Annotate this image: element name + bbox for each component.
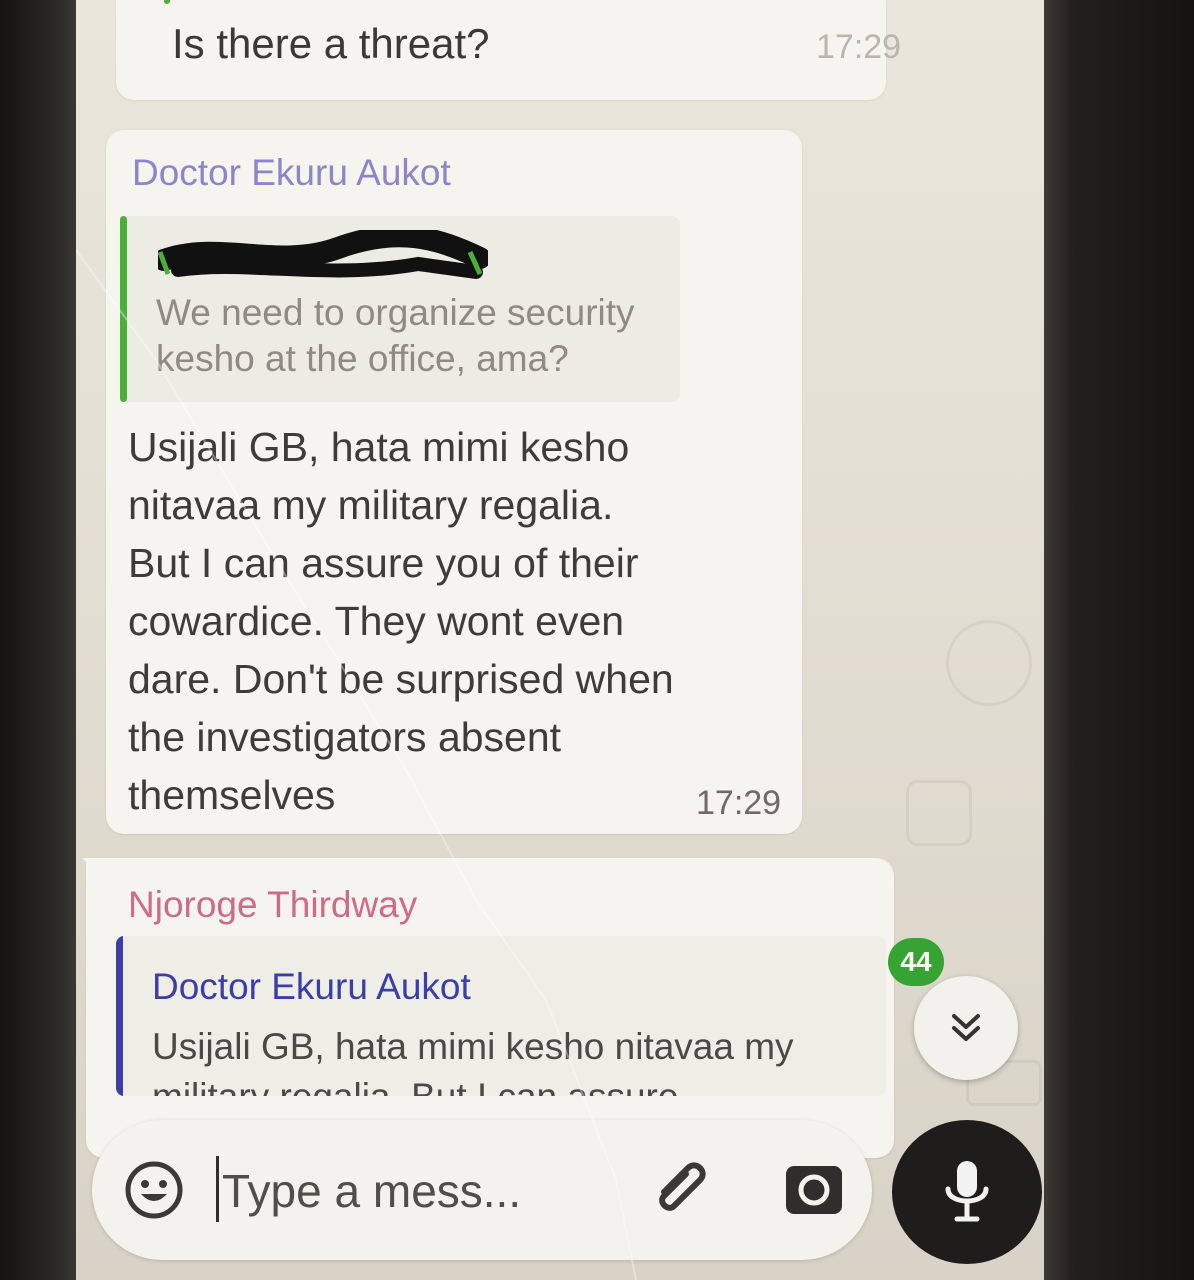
- message-sender[interactable]: Doctor Ekuru Aukot: [132, 152, 451, 194]
- previous-message-time: 17:29: [816, 28, 902, 66]
- unread-count-badge[interactable]: 44: [888, 938, 944, 986]
- previous-message-bubble[interactable]: Is there a threat? 17:29: [116, 0, 901, 100]
- previous-message-text: Is there a threat?: [172, 20, 490, 67]
- microphone-button[interactable]: [892, 1120, 1042, 1264]
- message-body: Usijali GB, hata mimi kesho nitavaa my m…: [128, 424, 674, 818]
- emoji-icon[interactable]: [122, 1158, 186, 1222]
- reply-quoted-sender: Doctor Ekuru Aukot: [152, 966, 471, 1007]
- reply-sender[interactable]: Njoroge Thirdway: [128, 884, 417, 926]
- wallpaper-doodle: [946, 620, 1032, 706]
- message-bubble[interactable]: Doctor Ekuru Aukot We need to organize s…: [106, 130, 802, 834]
- quoted-message-text: We need to organize security kesho at th…: [156, 292, 635, 379]
- reply-quoted-text: Usijali GB, hata mimi kesho nitavaa my m…: [152, 1026, 794, 1096]
- quote-bar: [164, 0, 170, 4]
- chat-screen[interactable]: Is there a threat? 17:29 Doctor Ekuru Au…: [76, 0, 1044, 1280]
- phone-bezel-right: [1044, 0, 1194, 1280]
- scroll-to-bottom-button[interactable]: [914, 976, 1018, 1080]
- paperclip-icon[interactable]: [644, 1152, 718, 1226]
- quote-bar: [120, 216, 127, 402]
- quote-bar: [116, 936, 123, 1096]
- double-chevron-down-icon: [952, 1014, 980, 1041]
- redaction-scribble: [158, 230, 488, 279]
- wallpaper-doodle: [906, 780, 972, 846]
- message-composer: [92, 1120, 872, 1260]
- message-input[interactable]: [220, 1152, 604, 1230]
- text-cursor: [216, 1156, 219, 1222]
- bubble-tail: [82, 858, 104, 880]
- reply-message-bubble[interactable]: Njoroge Thirdway Doctor Ekuru Aukot Usij…: [82, 858, 894, 1158]
- quoted-message[interactable]: We need to organize security kesho at th…: [120, 216, 680, 402]
- reply-quoted-message[interactable]: Doctor Ekuru Aukot Usijali GB, hata mimi…: [116, 936, 886, 1096]
- microphone-icon: [945, 1161, 989, 1222]
- phone-bezel-left: [0, 0, 76, 1280]
- message-time: 17:29: [696, 784, 782, 822]
- camera-icon[interactable]: [782, 1158, 846, 1222]
